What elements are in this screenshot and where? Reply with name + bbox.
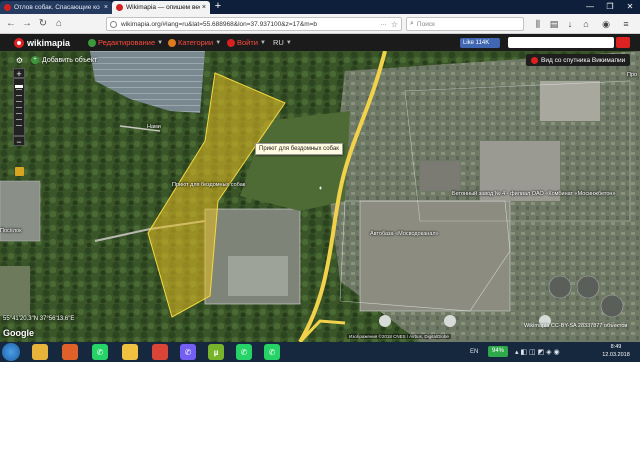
add-object-button[interactable]: + Добавить объект xyxy=(31,55,97,65)
whatsapp-icon[interactable]: ✆ xyxy=(264,344,280,360)
back-arrow-icon[interactable]: ← xyxy=(4,17,18,31)
menu-language[interactable]: RU ▼ xyxy=(273,37,292,48)
address-bar[interactable]: wikimapia.org/#lang=ru&lat=55.688968&lon… xyxy=(106,17,402,31)
coordinates-readout: 55°41'20.3"N 37°56'13.6"E xyxy=(3,316,75,322)
viber-icon[interactable]: ✆ xyxy=(180,344,196,360)
facebook-like-button[interactable]: Like 114K xyxy=(460,38,500,48)
download-icon[interactable]: ↓ xyxy=(564,18,576,30)
reload-icon[interactable]: ↻ xyxy=(36,17,50,31)
wikimapia-favicon-icon xyxy=(116,4,123,11)
browser-search-input[interactable]: ⌕ Поиск xyxy=(406,17,524,31)
windows-start-icon[interactable] xyxy=(2,343,20,361)
url-text: wikimapia.org/#lang=ru&lat=55.688968&lon… xyxy=(121,20,318,28)
library-icon[interactable]: ⫼ xyxy=(532,18,544,30)
chevron-down-icon: ▼ xyxy=(215,39,222,46)
menu-login-label: Войти xyxy=(237,38,258,47)
menu-categories[interactable]: Категории ▼ xyxy=(168,37,221,48)
browser-tab-wikimapia[interactable]: Wikimapia — опишем весь м × xyxy=(112,1,210,14)
wikimapia-logo-icon xyxy=(14,37,24,48)
clock-date: 12.03.2018 xyxy=(602,352,630,358)
chevron-down-icon: ▼ xyxy=(157,39,164,46)
home-toolbar-icon[interactable]: ⌂ xyxy=(580,18,592,30)
search-placeholder: Поиск xyxy=(416,20,435,28)
hamburger-menu-icon[interactable]: ≡ xyxy=(620,18,632,30)
label-shelter[interactable]: Приют для бездомных собак xyxy=(172,182,245,188)
bookmark-star-icon[interactable]: ☆ xyxy=(391,20,398,29)
google-logo: Google xyxy=(3,328,34,338)
new-tab-button[interactable]: + xyxy=(212,1,224,13)
category-icon xyxy=(168,38,176,47)
login-icon xyxy=(227,38,235,47)
minimize-icon[interactable]: — xyxy=(580,0,600,14)
tray-icons[interactable]: ▴ ◧ ◫ ◩ ◈ ◉ xyxy=(515,342,560,362)
torrent-icon[interactable]: µ xyxy=(208,344,224,360)
zoom-control: + − xyxy=(13,68,25,147)
label-pro[interactable]: Про xyxy=(627,72,637,78)
label-autobase[interactable]: Автобаза «Мосводоканал» xyxy=(370,231,439,237)
search-icon: ⌕ xyxy=(410,20,414,27)
license-text: Wikimapia CC-BY-SA 28337877 объектов xyxy=(524,323,628,329)
satellite-view-button[interactable]: Вид со спутника Викимапии xyxy=(526,54,631,66)
whatsapp-icon[interactable]: ✆ xyxy=(236,344,252,360)
close-tab-icon[interactable]: × xyxy=(202,4,206,11)
label-village[interactable]: Посёлок xyxy=(0,228,22,234)
tab-title: Отлов собак. Спасающие ко xyxy=(14,4,100,11)
satellite-view-label: Вид со спутника Викимапии xyxy=(541,56,626,64)
system-clock[interactable]: 8:49 12.03.2018 xyxy=(596,343,636,359)
language-indicator[interactable]: EN xyxy=(470,342,478,362)
logo-text: wikimapia xyxy=(27,37,71,48)
layers-icon[interactable] xyxy=(15,167,24,176)
maximize-icon[interactable]: ❐ xyxy=(600,0,620,14)
sidebar-icon[interactable]: ▤ xyxy=(548,18,560,30)
menu-edit-label: Редактирование xyxy=(98,38,156,47)
extension-icon[interactable]: ◉ xyxy=(600,18,612,30)
globe-icon xyxy=(88,38,96,47)
label-concrete-plant[interactable]: Бетонный завод № 4 - филиал ОАО «Комбина… xyxy=(452,191,616,197)
chevron-down-icon: ▼ xyxy=(285,39,292,46)
tab-favicon-icon xyxy=(4,4,11,11)
zoom-in-button[interactable]: + xyxy=(13,68,25,79)
wikimapia-header: wikimapia Редактирование ▼ Категории ▼ В… xyxy=(0,34,640,51)
zoom-out-button[interactable]: − xyxy=(13,136,25,147)
satellite-map[interactable]: ⚙ + Добавить объект Вид со спутника Вики… xyxy=(0,51,640,342)
home-icon[interactable]: ⌂ xyxy=(52,17,66,31)
label-nami[interactable]: Нами xyxy=(147,124,161,130)
menu-categories-label: Категории xyxy=(178,38,214,47)
file-manager-icon[interactable] xyxy=(122,344,138,360)
menu-edit[interactable]: Редактирование ▼ xyxy=(88,37,163,48)
close-tab-icon[interactable]: × xyxy=(104,4,108,11)
close-window-icon[interactable]: ✕ xyxy=(620,0,640,14)
add-object-label: Добавить объект xyxy=(42,56,98,64)
menu-login[interactable]: Войти ▼ xyxy=(227,37,266,48)
battery-indicator[interactable]: 94% xyxy=(488,346,508,357)
zoom-slider[interactable] xyxy=(13,78,25,136)
plus-icon: + xyxy=(31,56,39,64)
zoom-slider-handle[interactable] xyxy=(15,85,23,88)
menu-language-label: RU xyxy=(273,38,284,47)
wikimapia-search-input[interactable] xyxy=(508,37,614,48)
browser-nav-bar: ← → ↻ ⌂ wikimapia.org/#lang=ru&lat=55.68… xyxy=(0,14,640,34)
imagery-attribution: Изображения ©2018 CNES / Airbus, Digital… xyxy=(347,334,451,339)
wikimapia-search-button[interactable] xyxy=(616,37,630,48)
page-actions-icon[interactable]: ··· xyxy=(380,21,387,28)
site-info-icon[interactable] xyxy=(110,20,117,28)
chevron-down-icon: ▼ xyxy=(260,39,266,46)
screen: Отлов собак. Спасающие ко × Wikimapia — … xyxy=(0,0,640,362)
windows-taskbar: ✆ ✆ µ ✆ ✆ EN 94% ▴ ◧ ◫ ◩ ◈ ◉ 8:49 12.03.… xyxy=(0,342,640,362)
firefox-icon[interactable] xyxy=(62,344,78,360)
map-tooltip: Приют для бездомных собак xyxy=(255,143,343,155)
forward-arrow-icon[interactable]: → xyxy=(20,17,34,31)
autobase-lot xyxy=(359,200,511,312)
wikimapia-logo[interactable]: wikimapia xyxy=(14,36,70,49)
browser-tab-strip: Отлов собак. Спасающие ко × Wikimapia — … xyxy=(0,0,640,14)
settings-gear-icon[interactable]: ⚙ xyxy=(15,56,24,65)
tab-title: Wikimapia — опишем весь м xyxy=(126,4,200,11)
browser-tab-dogs[interactable]: Отлов собак. Спасающие ко × xyxy=(0,1,112,14)
wikimapia-logo-icon xyxy=(531,56,538,64)
folder-icon[interactable] xyxy=(32,344,48,360)
whatsapp-icon[interactable]: ✆ xyxy=(92,344,108,360)
clock-time: 8:49 xyxy=(610,344,622,350)
chrome-icon[interactable] xyxy=(152,344,168,360)
